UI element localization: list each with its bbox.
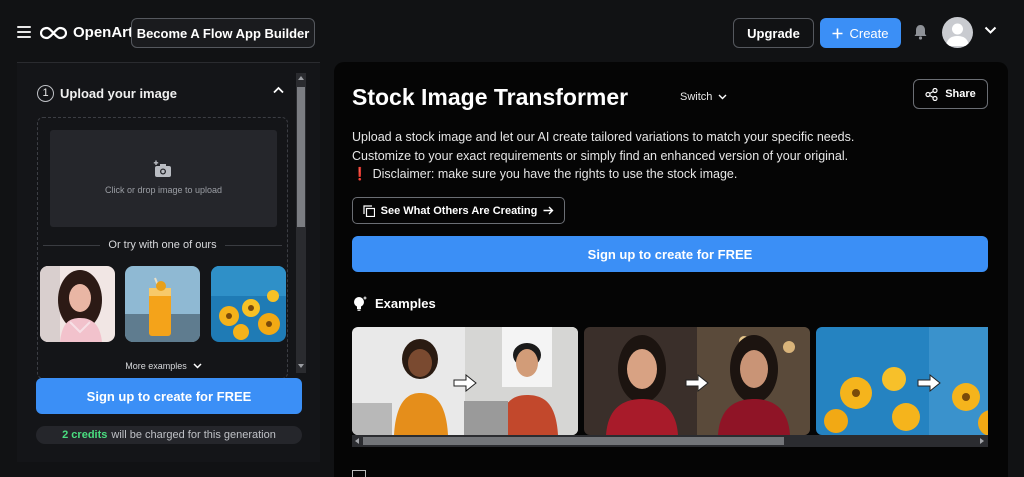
left-panel: 1 Upload your image Click or drop image … [17,62,320,462]
share-icon [925,87,938,101]
credits-text: will be charged for this generation [111,429,276,441]
page-title: Stock Image Transformer [352,84,629,110]
chevron-down-icon [193,363,202,369]
plus-icon [832,28,843,38]
section-icon [352,470,366,477]
credits-count: 2 credits [62,429,108,441]
scroll-thumb[interactable] [363,437,784,445]
add-photo-icon [153,160,171,177]
sample-image-flowers[interactable] [211,266,286,342]
yellow-flowers-example-image [816,327,988,435]
disclaimer-text: Disclaimer: make sure you have the right… [372,167,738,181]
menu-icon[interactable] [17,26,31,38]
bell-icon[interactable] [913,24,928,40]
drink-sample-image [125,266,200,342]
step-title: Upload your image [60,85,178,101]
examples-heading: Examples [352,295,436,312]
chevron-down-icon[interactable] [984,26,997,35]
upload-area: Click or drop image to upload Or try wit… [37,117,288,379]
scroll-right-arrow[interactable] [980,438,984,444]
arrow-right-icon [543,206,554,215]
examples-scrollbar[interactable] [352,435,988,447]
examples-label: Examples [375,296,436,311]
description-line-1: Upload a stock image and let our AI crea… [352,130,855,144]
example-card-portrait[interactable] [584,327,810,435]
scroll-thumb[interactable] [297,87,305,227]
scroll-up-arrow[interactable] [298,76,304,80]
step-header[interactable]: 1 Upload your image [37,83,287,103]
share-button[interactable]: Share [913,79,988,109]
create-button-label: Create [849,25,889,41]
arrow-right-icon [685,374,709,392]
credits-notice: 2 credits will be charged for this gener… [36,426,302,444]
main-signup-button[interactable]: Sign up to create for FREE [352,236,988,272]
share-label: Share [945,88,976,100]
or-divider: Or try with one of ours [43,239,282,251]
scroll-down-arrow[interactable] [298,364,304,368]
description-line-2: Customize to your exact requirements or … [352,148,849,163]
logo-text: OpenArt [73,24,133,41]
chevron-down-icon [718,94,727,100]
see-others-label: See What Others Are Creating [380,204,538,217]
image-dropzone[interactable]: Click or drop image to upload [50,130,277,227]
example-card-office[interactable] [352,327,578,435]
more-examples-label: More examples [125,361,187,371]
flowers-sample-image [211,266,286,342]
examples-carousel[interactable] [352,327,988,435]
arrow-right-icon [453,374,477,392]
dropzone-text: Click or drop image to upload [104,185,223,195]
or-text: Or try with one of ours [108,239,217,251]
become-flow-app-builder-button[interactable]: Become A Flow App Builder [131,18,315,48]
disclaimer: ❗ Disclaimer: make sure you have the righ… [352,165,912,184]
sidebar-scrollbar[interactable] [296,73,306,373]
lightbulb-icon [354,296,367,311]
logo[interactable]: OpenArt [40,24,133,41]
top-bar: OpenArt Become A Flow App Builder Upgrad… [0,0,1024,62]
exclamation-icon: ❗ [352,167,368,181]
description: Upload a stock image and let our AI crea… [352,128,912,184]
portrait-sample-image [40,266,115,342]
more-examples-toggle[interactable]: More examples [38,361,289,371]
scroll-left-arrow[interactable] [355,438,359,444]
sample-image-portrait[interactable] [40,266,115,342]
upgrade-button[interactable]: Upgrade [733,18,814,48]
arrow-right-icon [917,374,941,392]
sample-image-drink[interactable] [125,266,200,342]
create-button[interactable]: Create [820,18,901,48]
switch-label: Switch [680,91,713,103]
avatar[interactable] [942,17,973,48]
gallery-icon [363,204,375,217]
user-icon [946,23,969,46]
main-panel: Stock Image Transformer Switch Share Upl… [334,62,1008,477]
openart-logo-icon [40,26,67,39]
see-others-creating-button[interactable]: See What Others Are Creating [352,197,565,224]
example-card-flowers[interactable] [816,327,988,435]
sidebar-signup-button[interactable]: Sign up to create for FREE [36,378,302,414]
chevron-up-icon[interactable] [273,86,284,94]
step-number: 1 [37,84,54,102]
switch-dropdown[interactable]: Switch [680,91,727,103]
